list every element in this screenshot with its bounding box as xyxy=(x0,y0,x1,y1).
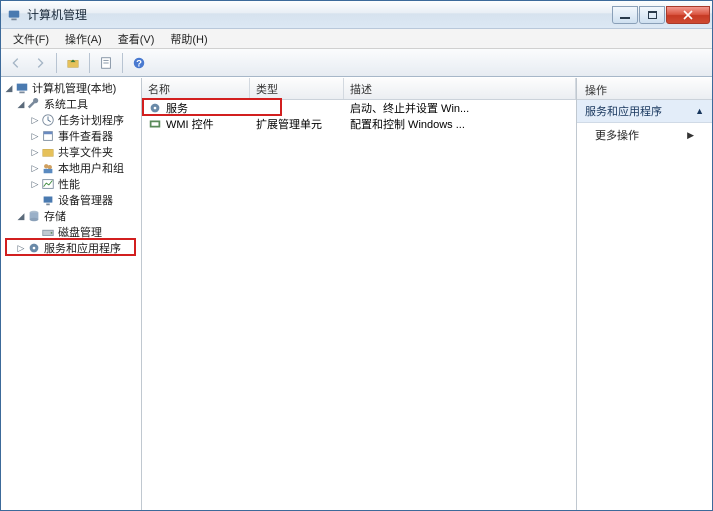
tree-task-scheduler[interactable]: ▷ 任务计划程序 xyxy=(1,112,141,128)
tree-storage[interactable]: ◢ 存储 xyxy=(1,208,141,224)
forward-arrow-icon xyxy=(33,56,47,70)
gear-icon xyxy=(148,101,162,115)
list-row-services[interactable]: 服务 启动、终止并设置 Win... xyxy=(142,100,576,116)
storage-icon xyxy=(27,209,41,223)
properties-button[interactable] xyxy=(95,52,117,74)
expander-icon[interactable]: ◢ xyxy=(15,211,27,222)
actions-category-label: 服务和应用程序 xyxy=(585,103,662,119)
services-apps-icon xyxy=(27,241,41,255)
actions-category[interactable]: 服务和应用程序 ▲ xyxy=(577,100,712,123)
menu-help[interactable]: 帮助(H) xyxy=(162,29,215,49)
list-header: 名称 类型 描述 xyxy=(142,78,576,100)
help-button[interactable]: ? xyxy=(128,52,150,74)
performance-icon xyxy=(41,177,55,191)
actions-panel: 操作 服务和应用程序 ▲ 更多操作 ▶ xyxy=(576,78,712,510)
clock-icon xyxy=(41,113,55,127)
row-name: 服务 xyxy=(166,100,188,116)
column-name[interactable]: 名称 xyxy=(142,78,250,99)
svg-text:?: ? xyxy=(136,58,142,69)
expander-icon[interactable]: ◢ xyxy=(15,99,27,110)
tree-node-label: 本地用户和组 xyxy=(58,160,124,176)
window-title: 计算机管理 xyxy=(27,6,611,23)
expander-icon[interactable]: ▷ xyxy=(15,243,27,254)
arrow-right-icon: ▶ xyxy=(687,130,694,141)
toolbar: ? xyxy=(1,49,712,77)
tree-node-label: 设备管理器 xyxy=(58,192,113,208)
tree-shared-folders[interactable]: ▷ 共享文件夹 xyxy=(1,144,141,160)
tree-node-label: 磁盘管理 xyxy=(58,224,102,240)
expander-icon[interactable]: ◢ xyxy=(3,83,15,94)
tree-node-label: 性能 xyxy=(58,176,80,192)
tree-local-users[interactable]: ▷ 本地用户和组 xyxy=(1,160,141,176)
tree-disk-management[interactable]: 磁盘管理 xyxy=(1,224,141,240)
list-body: 服务 启动、终止并设置 Win... WMI 控件 扩展管理单元 配置和控制 W… xyxy=(142,100,576,510)
up-button[interactable] xyxy=(62,52,84,74)
forward-button[interactable] xyxy=(29,52,51,74)
window-controls xyxy=(611,6,710,24)
title-bar: 计算机管理 xyxy=(1,1,712,29)
folder-share-icon xyxy=(41,145,55,159)
tree-device-manager[interactable]: 设备管理器 xyxy=(1,192,141,208)
maximize-button[interactable] xyxy=(639,6,665,24)
menu-file[interactable]: 文件(F) xyxy=(5,29,57,49)
back-button[interactable] xyxy=(5,52,27,74)
tree-panel: ◢ 计算机管理(本地) ◢ 系统工具 ▷ 任务计划程序 ▷ 事件查看器 ▷ xyxy=(1,78,142,510)
tree-node-label: 系统工具 xyxy=(44,96,88,112)
users-icon xyxy=(41,161,55,175)
toolbar-separator xyxy=(122,53,123,73)
actions-more[interactable]: 更多操作 ▶ xyxy=(577,123,712,147)
expander-icon[interactable]: ▷ xyxy=(29,163,41,174)
wmi-icon xyxy=(148,117,162,131)
list-row-wmi[interactable]: WMI 控件 扩展管理单元 配置和控制 Windows ... xyxy=(142,116,576,132)
close-icon xyxy=(683,10,693,20)
tree-node-label: 共享文件夹 xyxy=(58,144,113,160)
help-icon: ? xyxy=(132,56,146,70)
workspace: ◢ 计算机管理(本地) ◢ 系统工具 ▷ 任务计划程序 ▷ 事件查看器 ▷ xyxy=(1,77,712,510)
toolbar-separator xyxy=(56,53,57,73)
tree-node-label: 存储 xyxy=(44,208,66,224)
expander-icon[interactable]: ▷ xyxy=(29,131,41,142)
tree-performance[interactable]: ▷ 性能 xyxy=(1,176,141,192)
menu-bar: 文件(F) 操作(A) 查看(V) 帮助(H) xyxy=(1,29,712,49)
app-window: 计算机管理 文件(F) 操作(A) 查看(V) 帮助(H) ? ◢ xyxy=(0,0,713,511)
toolbar-separator xyxy=(89,53,90,73)
tree-node-label: 事件查看器 xyxy=(58,128,113,144)
expander-icon[interactable]: ▷ xyxy=(29,147,41,158)
row-desc: 启动、终止并设置 Win... xyxy=(350,100,469,116)
row-name: WMI 控件 xyxy=(166,116,214,132)
list-panel: 名称 类型 描述 服务 启动、终止并设置 Win... WMI 控件 xyxy=(142,78,576,510)
row-type: 扩展管理单元 xyxy=(256,116,322,132)
menu-view[interactable]: 查看(V) xyxy=(110,29,163,49)
expander-icon[interactable]: ▷ xyxy=(29,179,41,190)
properties-icon xyxy=(99,56,113,70)
back-arrow-icon xyxy=(9,56,23,70)
tree-node-label: 计算机管理(本地) xyxy=(32,80,116,96)
column-type[interactable]: 类型 xyxy=(250,78,344,99)
actions-more-label: 更多操作 xyxy=(595,127,639,143)
folder-up-icon xyxy=(66,56,80,70)
close-button[interactable] xyxy=(666,6,710,24)
minimize-button[interactable] xyxy=(612,6,638,24)
tree-event-viewer[interactable]: ▷ 事件查看器 xyxy=(1,128,141,144)
tree-node-label: 任务计划程序 xyxy=(58,112,124,128)
actions-header: 操作 xyxy=(577,78,712,100)
actions-body: 服务和应用程序 ▲ 更多操作 ▶ xyxy=(577,100,712,510)
tree-root[interactable]: ◢ 计算机管理(本地) xyxy=(1,80,141,96)
chevron-up-icon: ▲ xyxy=(695,106,704,116)
disk-icon xyxy=(41,225,55,239)
expander-icon[interactable]: ▷ xyxy=(29,115,41,126)
event-icon xyxy=(41,129,55,143)
menu-action[interactable]: 操作(A) xyxy=(57,29,110,49)
tree-services-apps[interactable]: ▷ 服务和应用程序 xyxy=(1,240,141,256)
computer-icon xyxy=(15,81,29,95)
app-icon xyxy=(7,8,21,22)
column-desc[interactable]: 描述 xyxy=(344,78,576,99)
tree-node-label: 服务和应用程序 xyxy=(44,240,121,256)
tree-system-tools[interactable]: ◢ 系统工具 xyxy=(1,96,141,112)
wrench-icon xyxy=(27,97,41,111)
device-icon xyxy=(41,193,55,207)
row-desc: 配置和控制 Windows ... xyxy=(350,116,465,132)
